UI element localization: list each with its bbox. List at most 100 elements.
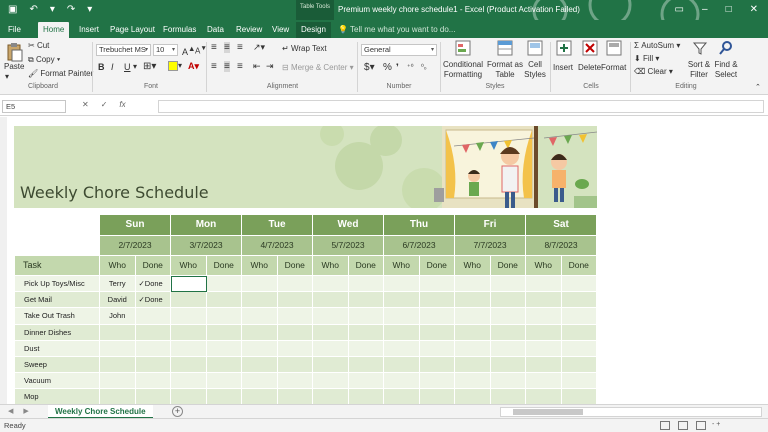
next-sheet-icon[interactable]: ▶ xyxy=(23,407,28,415)
who-cell[interactable] xyxy=(100,340,136,357)
align-center-icon[interactable]: ≡ xyxy=(224,61,230,72)
conditional-formatting-icon[interactable] xyxy=(455,40,471,56)
insert-cells-icon[interactable] xyxy=(556,40,572,56)
increase-font-icon[interactable]: A▲ xyxy=(182,44,195,57)
who-cell[interactable] xyxy=(384,276,420,293)
who-cell[interactable]: Terry xyxy=(100,276,136,293)
italic-button[interactable]: I xyxy=(111,62,114,72)
who-cell[interactable] xyxy=(526,292,562,309)
who-column-header[interactable]: Who xyxy=(100,256,136,276)
delete-cells-icon[interactable] xyxy=(582,40,598,56)
done-cell[interactable] xyxy=(135,324,171,341)
tab-data[interactable]: Data xyxy=(207,22,224,38)
page-layout-view-icon[interactable] xyxy=(678,421,688,430)
maximize-icon[interactable]: □ xyxy=(726,4,732,15)
done-cell[interactable] xyxy=(561,308,597,325)
who-cell[interactable] xyxy=(384,308,420,325)
who-cell[interactable] xyxy=(384,357,420,374)
task-cell[interactable]: Dust xyxy=(15,340,100,357)
task-cell[interactable]: Dinner Dishes xyxy=(15,324,100,341)
who-cell[interactable] xyxy=(100,373,136,390)
undo-dropdown-icon[interactable]: ▾ xyxy=(50,4,55,15)
tab-insert[interactable]: Insert xyxy=(79,22,99,38)
font-color-icon[interactable]: A▾ xyxy=(188,61,199,72)
percent-button[interactable]: % xyxy=(383,62,392,73)
who-cell[interactable] xyxy=(242,308,278,325)
date-cell[interactable]: 8/7/2023 xyxy=(526,236,597,256)
who-cell[interactable] xyxy=(526,276,562,293)
who-cell[interactable]: David xyxy=(100,292,136,309)
format-painter-button[interactable]: 🖌 Format Painter xyxy=(28,69,93,78)
done-cell[interactable] xyxy=(490,324,526,341)
done-cell[interactable]: ✓Done xyxy=(135,276,171,293)
done-cell[interactable] xyxy=(348,357,384,374)
underline-dropdown-icon[interactable]: ▾ xyxy=(133,62,137,71)
who-cell[interactable] xyxy=(455,276,491,293)
who-cell[interactable] xyxy=(455,292,491,309)
who-column-header[interactable]: Who xyxy=(313,256,349,276)
tab-review[interactable]: Review xyxy=(236,22,262,38)
who-cell[interactable] xyxy=(313,276,349,293)
merge-center-button[interactable]: ⊟ Merge & Center ▾ xyxy=(282,63,354,72)
who-cell[interactable] xyxy=(455,373,491,390)
tab-view[interactable]: View xyxy=(272,22,289,38)
done-cell[interactable] xyxy=(561,324,597,341)
paste-button[interactable]: Paste xyxy=(4,62,24,71)
who-cell[interactable] xyxy=(242,276,278,293)
done-cell[interactable] xyxy=(277,357,313,374)
done-cell[interactable] xyxy=(206,292,242,309)
done-cell[interactable] xyxy=(419,340,455,357)
done-cell[interactable]: ✓Done xyxy=(135,292,171,309)
date-cell[interactable]: 7/7/2023 xyxy=(455,236,526,256)
tab-formulas[interactable]: Formulas xyxy=(163,22,196,38)
who-cell[interactable] xyxy=(171,373,207,390)
done-cell[interactable] xyxy=(419,308,455,325)
format-as-table-icon[interactable] xyxy=(497,40,513,56)
who-cell[interactable] xyxy=(455,324,491,341)
who-cell[interactable] xyxy=(384,340,420,357)
day-header[interactable]: Sat xyxy=(526,215,597,236)
who-cell[interactable] xyxy=(384,292,420,309)
who-cell[interactable] xyxy=(384,373,420,390)
done-cell[interactable] xyxy=(419,373,455,390)
format-button[interactable]: Format xyxy=(601,63,626,72)
font-name-select[interactable]: Trebuchet MS ▾ xyxy=(96,44,151,56)
done-cell[interactable] xyxy=(490,357,526,374)
done-cell[interactable] xyxy=(206,340,242,357)
who-cell[interactable] xyxy=(384,324,420,341)
done-cell[interactable] xyxy=(419,292,455,309)
ribbon-display-options-icon[interactable]: ▭ xyxy=(675,4,684,15)
fill-color-button[interactable]: ▾ xyxy=(168,61,182,71)
done-cell[interactable] xyxy=(490,308,526,325)
done-column-header[interactable]: Done xyxy=(277,256,313,276)
undo-icon[interactable]: ↶ xyxy=(29,4,37,15)
who-column-header[interactable]: Who xyxy=(171,256,207,276)
formula-input[interactable] xyxy=(158,100,764,113)
sort-filter-icon[interactable] xyxy=(692,40,708,56)
middle-align-icon[interactable]: ≡ xyxy=(224,42,230,53)
who-column-header[interactable]: Who xyxy=(526,256,562,276)
done-cell[interactable] xyxy=(206,276,242,293)
currency-button[interactable]: $▾ xyxy=(364,62,375,73)
date-cell[interactable]: 3/7/2023 xyxy=(171,236,242,256)
who-cell[interactable] xyxy=(171,324,207,341)
done-cell[interactable] xyxy=(206,308,242,325)
who-cell[interactable] xyxy=(313,373,349,390)
number-format-select[interactable]: General ▾ xyxy=(361,44,437,56)
horizontal-scrollbar[interactable] xyxy=(500,407,762,417)
selected-cell[interactable] xyxy=(171,276,207,293)
done-cell[interactable] xyxy=(561,292,597,309)
done-cell[interactable] xyxy=(277,308,313,325)
collapse-ribbon-icon[interactable]: ⌃ xyxy=(755,83,761,91)
who-column-header[interactable]: Who xyxy=(242,256,278,276)
cut-button[interactable]: ✂ Cut xyxy=(28,41,49,50)
orientation-icon[interactable]: ↗▾ xyxy=(253,42,265,53)
done-cell[interactable] xyxy=(206,357,242,374)
who-cell[interactable] xyxy=(455,340,491,357)
day-header[interactable]: Sun xyxy=(100,215,171,236)
who-cell[interactable] xyxy=(526,308,562,325)
who-cell[interactable] xyxy=(313,357,349,374)
align-left-icon[interactable]: ≡ xyxy=(211,61,217,72)
who-cell[interactable] xyxy=(526,373,562,390)
done-cell[interactable] xyxy=(277,373,313,390)
